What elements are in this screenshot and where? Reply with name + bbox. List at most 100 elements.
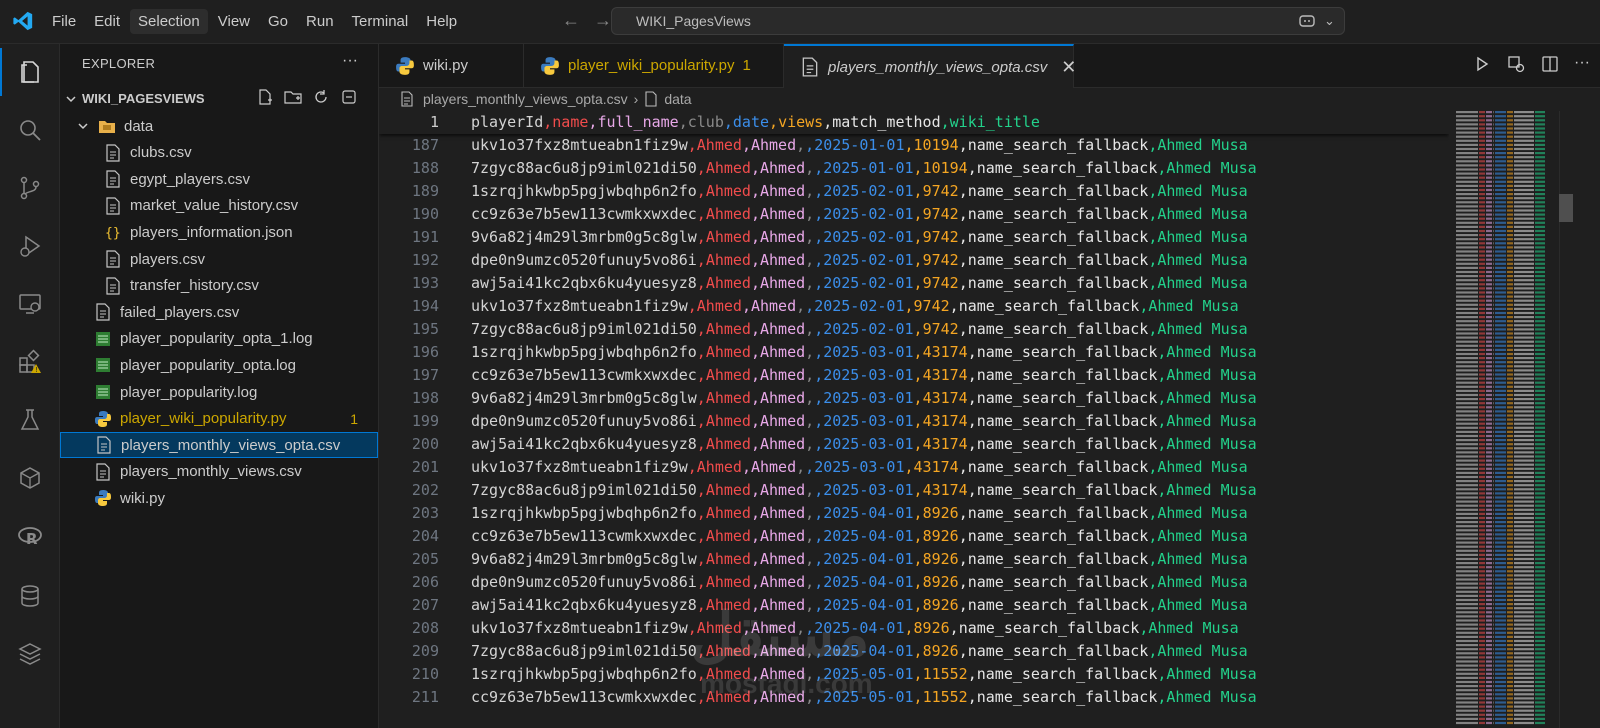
tree-file[interactable]: wiki.py: [60, 485, 378, 511]
breadcrumb-file[interactable]: players_monthly_views_opta.csv: [423, 91, 628, 107]
menu-run[interactable]: Run: [298, 9, 342, 34]
tree-file[interactable]: players_monthly_views_opta.csv: [60, 432, 378, 459]
r-icon[interactable]: R: [0, 512, 59, 560]
run-debug-icon[interactable]: [0, 222, 59, 270]
vscode-logo-icon[interactable]: [12, 10, 34, 32]
explorer-icon[interactable]: [0, 48, 59, 96]
close-icon[interactable]: ✕: [1061, 57, 1076, 78]
tree-file[interactable]: transfer_history.csv: [60, 273, 378, 299]
menu-terminal[interactable]: Terminal: [344, 9, 417, 34]
tree-file[interactable]: failed_players.csv: [60, 299, 378, 325]
minimap-stripe: [1495, 139, 1506, 142]
csv-separator: ,: [750, 596, 760, 614]
code-line[interactable]: 202 7zgyc88ac6u8jp9iml021di50,Ahmed,Ahmed…: [379, 479, 1449, 502]
code-line[interactable]: 190 cc9z63e7b5ew113cwmkxwxdec,Ahmed,Ahmed…: [379, 203, 1449, 226]
minimap-stripe: [1486, 541, 1492, 544]
menu-file[interactable]: File: [44, 9, 84, 34]
run-icon[interactable]: [1472, 54, 1492, 74]
code-line[interactable]: 187 ukv1o37fxz8mtueabn1fiz9w,Ahmed,Ahmed,…: [379, 134, 1449, 157]
tree-file[interactable]: player_popularity_opta_1.log: [60, 326, 378, 352]
breadcrumb-symbol[interactable]: data: [664, 91, 691, 107]
tree-file[interactable]: player_wiki_popularity.py 1: [60, 406, 378, 432]
tree-file[interactable]: player_popularity.log: [60, 379, 378, 405]
code-editor[interactable]: 1 playerId,name,full_name,club,date,views…: [379, 111, 1449, 728]
testing-icon[interactable]: [0, 396, 59, 444]
tree-file[interactable]: players_monthly_views.csv: [60, 459, 378, 485]
code-line[interactable]: 195 7zgyc88ac6u8jp9iml021di50,Ahmed,Ahmed…: [379, 318, 1449, 341]
extensions-icon[interactable]: !: [0, 338, 59, 386]
code-line[interactable]: 199 dpe0n9umzc0520funuy5vo86i,Ahmed,Ahmed…: [379, 410, 1449, 433]
code-line[interactable]: 192 dpe0n9umzc0520funuy5vo86i,Ahmed,Ahmed…: [379, 249, 1449, 272]
tree-file[interactable]: egypt_players.csv: [60, 166, 378, 192]
minimap-stripe: [1514, 439, 1534, 442]
code-line[interactable]: 196 1szrqjhkwbp5pgjwbqhp6n2fo,Ahmed,Ahmed…: [379, 341, 1449, 364]
minimap-stripe: [1456, 352, 1478, 356]
sticky-header-line[interactable]: 1 playerId,name,full_name,club,date,views…: [379, 111, 1449, 134]
code-line[interactable]: 194 ukv1o37fxz8mtueabn1fiz9w,Ahmed,Ahmed,…: [379, 295, 1449, 318]
code-line[interactable]: 210 1szrqjhkwbp5pgjwbqhp6n2fo,Ahmed,Ahmed…: [379, 663, 1449, 686]
minimap-stripe: [1493, 311, 1494, 315]
tree-file[interactable]: {} players_information.json: [60, 219, 378, 245]
minimap-stripe: [1486, 512, 1492, 515]
code-line[interactable]: 204 cc9z63e7b5ew113cwmkxwxdec,Ahmed,Ahmed…: [379, 525, 1449, 548]
new-folder-icon[interactable]: [284, 88, 302, 106]
tree-folder[interactable]: data: [60, 113, 378, 139]
new-file-icon[interactable]: [256, 88, 274, 106]
code-line[interactable]: 201 ukv1o37fxz8mtueabn1fiz9w,Ahmed,Ahmed,…: [379, 456, 1449, 479]
containers-icon[interactable]: [0, 454, 59, 502]
code-line[interactable]: 207 awj5ai41kc2qbx6ku4yuesyz8,Ahmed,Ahmed…: [379, 594, 1449, 617]
csv-separator: ,: [750, 159, 760, 177]
minimap-stripe: [1456, 320, 1478, 323]
back-arrow-icon[interactable]: ←: [562, 10, 580, 31]
tree-file[interactable]: players.csv: [60, 246, 378, 272]
code-line[interactable]: 193 awj5ai41kc2qbx6ku4yuesyz8,Ahmed,Ahmed…: [379, 272, 1449, 295]
code-line[interactable]: 209 7zgyc88ac6u8jp9iml021di50,Ahmed,Ahmed…: [379, 640, 1449, 663]
more-actions-icon[interactable]: ···: [342, 52, 358, 70]
command-center[interactable]: WIKI_PagesViews ⌄: [611, 7, 1345, 35]
tree-file[interactable]: clubs.csv: [60, 140, 378, 166]
forward-arrow-icon[interactable]: →: [594, 10, 612, 31]
split-editor-icon[interactable]: [1540, 54, 1560, 74]
tree-file[interactable]: market_value_history.csv: [60, 193, 378, 219]
code-line[interactable]: 189 1szrqjhkwbp5pgjwbqhp6n2fo,Ahmed,Ahmed…: [379, 180, 1449, 203]
code-line[interactable]: 191 9v6a82j4m29l3mrbm0g5c8glw,Ahmed,Ahmed…: [379, 226, 1449, 249]
copilot-icon[interactable]: [1298, 12, 1316, 30]
menu-go[interactable]: Go: [260, 9, 296, 34]
scrollbar-thumb[interactable]: [1559, 194, 1573, 222]
source-control-icon[interactable]: [0, 164, 59, 212]
code-line[interactable]: 208 ukv1o37fxz8mtueabn1fiz9w,Ahmed,Ahmed,…: [379, 617, 1449, 640]
menu-edit[interactable]: Edit: [86, 9, 128, 34]
database-icon[interactable]: [0, 572, 59, 620]
code-line[interactable]: 198 9v6a82j4m29l3mrbm0g5c8glw,Ahmed,Ahmed…: [379, 387, 1449, 410]
code-line[interactable]: 203 1szrqjhkwbp5pgjwbqhp6n2fo,Ahmed,Ahmed…: [379, 502, 1449, 525]
collapse-all-icon[interactable]: [340, 88, 358, 106]
search-icon[interactable]: [0, 106, 59, 154]
code-line[interactable]: 206 dpe0n9umzc0520funuy5vo86i,Ahmed,Ahmed…: [379, 571, 1449, 594]
menu-selection[interactable]: Selection: [130, 9, 208, 34]
tree-file[interactable]: player_popularity_opta.log: [60, 352, 378, 378]
remote-explorer-icon[interactable]: [0, 280, 59, 328]
editor-tab[interactable]: wiki.py: [379, 44, 524, 87]
minimap-stripe: [1535, 648, 1545, 651]
editor-tab[interactable]: players_monthly_views_opta.csv ✕: [784, 44, 1076, 88]
minimap-stripe: [1507, 631, 1513, 634]
code-line[interactable]: 188 7zgyc88ac6u8jp9iml021di50,Ahmed,Ahmed…: [379, 157, 1449, 180]
refresh-icon[interactable]: [312, 88, 330, 106]
minimap[interactable]: [1454, 111, 1559, 728]
layers-icon[interactable]: [0, 630, 59, 678]
code-line[interactable]: 211 cc9z63e7b5ew113cwmkxwxdec,Ahmed,Ahmed…: [379, 686, 1449, 709]
more-actions-icon[interactable]: ···: [1574, 54, 1590, 74]
minimap-stripe: [1535, 689, 1545, 692]
chevron-down-icon[interactable]: ⌄: [1324, 13, 1335, 29]
code-line[interactable]: 197 cc9z63e7b5ew113cwmkxwxdec,Ahmed,Ahmed…: [379, 364, 1449, 387]
code-line[interactable]: 200 awj5ai41kc2qbx6ku4yuesyz8,Ahmed,Ahmed…: [379, 433, 1449, 456]
minimap-stripe: [1456, 205, 1478, 208]
menu-help[interactable]: Help: [418, 9, 465, 34]
editor-tab[interactable]: player_wiki_popularity.py 1: [524, 44, 784, 87]
csv-field: 2025-02-01: [823, 228, 914, 246]
workspace-folder-header[interactable]: WIKI_PAGESVIEWS: [60, 88, 378, 110]
menu-view[interactable]: View: [210, 9, 258, 34]
line-number: 193: [411, 274, 439, 292]
open-changes-icon[interactable]: [1506, 54, 1526, 74]
code-line[interactable]: 205 9v6a82j4m29l3mrbm0g5c8glw,Ahmed,Ahmed…: [379, 548, 1449, 571]
